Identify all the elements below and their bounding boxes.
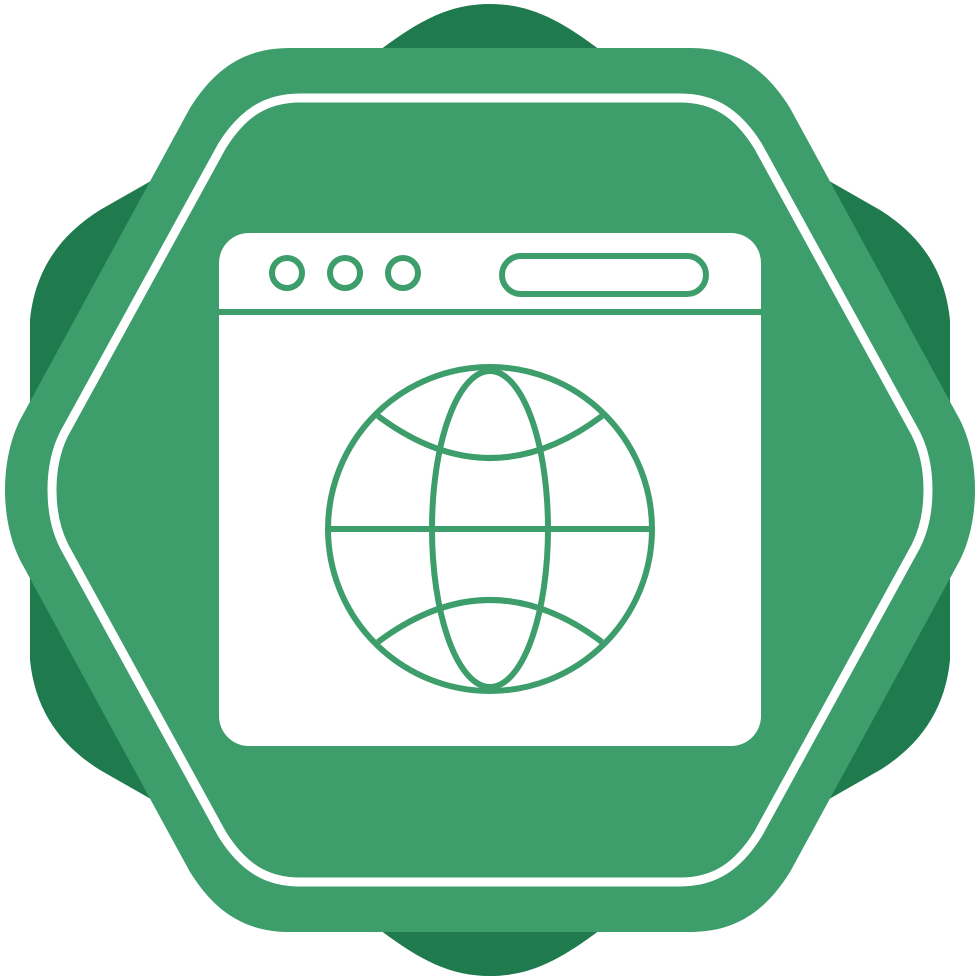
browser-window-icon bbox=[219, 233, 761, 746]
browser-globe-badge-icon bbox=[5, 4, 975, 976]
icon-canvas bbox=[0, 0, 980, 980]
